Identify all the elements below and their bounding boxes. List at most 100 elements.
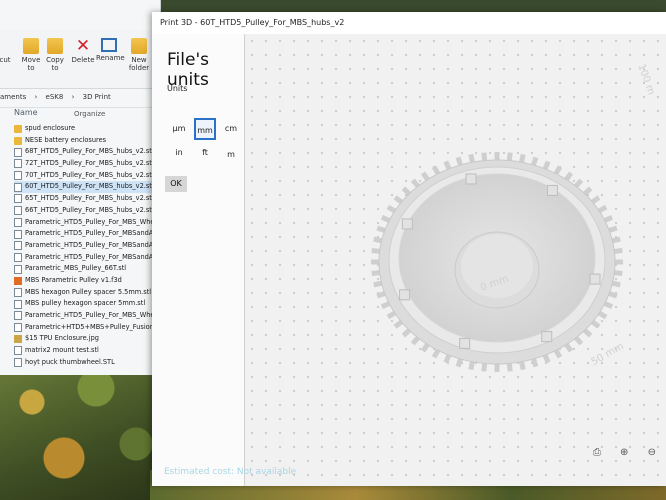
file-name: Parametric_HTD5_Pulley_For_MBSandALI_Wh — [25, 252, 160, 261]
file-explorer-window[interactable]: cut Move to Copy to ✕ Delete Rename New … — [0, 0, 161, 375]
gear-tooth — [468, 361, 475, 371]
file-list-item[interactable]: MBS Parametric Pulley v1.f3d — [14, 275, 160, 287]
gear-tooth — [615, 259, 623, 265]
file-name: $15 TPU Enclosure.jpg — [25, 334, 99, 343]
gear-tooth — [371, 270, 380, 276]
file-list-item[interactable]: $15 TPU Enclosure.jpg — [14, 333, 160, 345]
3d-viewport[interactable]: 100 m 0 mm 50 mm ⎙ ⊕ ⊖ — [245, 34, 666, 486]
file-name: MBS Parametric Pulley v1.f3d — [25, 275, 122, 284]
unit-micrometer-button[interactable]: µm — [168, 118, 190, 140]
folder-icon — [14, 124, 22, 133]
unit-inch-button[interactable]: in — [168, 142, 190, 164]
bolt-boss — [399, 289, 411, 301]
file-icon — [14, 159, 22, 169]
unit-centimeter-button[interactable]: cm — [220, 118, 242, 140]
bolt-boss — [541, 331, 553, 343]
move-to-button[interactable]: Move to — [18, 38, 44, 72]
desktop-wallpaper — [0, 360, 160, 500]
unit-millimeter-button[interactable]: mm — [194, 118, 216, 140]
file-icon — [14, 346, 22, 356]
file-icon — [14, 299, 22, 309]
print-icon[interactable]: ⎙ — [593, 447, 601, 458]
bolt-boss — [459, 337, 471, 349]
name-column-header[interactable]: Name — [14, 108, 38, 117]
file-name: Parametric_MBS_Pulley_66T.stl — [25, 264, 127, 273]
gear-tooth — [481, 152, 488, 161]
gear-tooth — [506, 363, 513, 372]
chevron-right-icon: › — [71, 93, 75, 101]
estimated-cost: Estimated cost: Not available — [164, 467, 297, 477]
file-list-item[interactable]: matrix2 mount test.stl — [14, 345, 160, 357]
gear-tooth — [481, 363, 488, 372]
breadcrumb-item[interactable]: eSK8 — [46, 93, 64, 101]
new-folder-icon — [131, 38, 147, 54]
file-name: Parametric_HTD5_Pulley_For_MBS_Wheels_v — [25, 311, 160, 319]
scissors-icon — [0, 38, 13, 54]
print3d-window[interactable]: Print 3D - 60T_HTD5_Pulley_For_MBS_hubs_… — [152, 12, 666, 486]
file-list-item[interactable]: Parametric_HTD5_Pulley_For_MBSandALI_Wh — [14, 240, 160, 252]
file-list-item[interactable]: Parametric_HTD5_Pulley_For_MBSandALI_Wh — [14, 228, 160, 240]
file-icon — [14, 252, 22, 262]
file-icon — [14, 217, 22, 227]
file-list-item[interactable]: Parametric_HTD5_Pulley_For_MBSandALI_Wh — [14, 252, 160, 264]
bolt-boss — [465, 173, 477, 185]
folder-list-item[interactable]: NESE battery enclosures — [14, 135, 160, 147]
file-list-item[interactable]: hoyt puck thumbwheel.STL — [14, 357, 160, 369]
zoom-out-icon[interactable]: ⊖ — [648, 447, 656, 458]
file-list-item[interactable]: 72T_HTD5_Pulley_For_MBS_hubs_v2.stl — [14, 158, 160, 170]
pulley-model[interactable] — [245, 34, 666, 486]
gear-tooth — [371, 248, 380, 254]
explorer-ribbon: cut Move to Copy to ✕ Delete Rename New … — [0, 30, 160, 118]
file-icon — [14, 182, 22, 192]
gear-tooth — [506, 152, 513, 161]
bolt-boss — [401, 218, 413, 230]
file-icon — [14, 311, 22, 321]
file-name: Parametric_HTD5_Pulley_For_MBSandALI_Wh — [25, 240, 160, 249]
file-list-item[interactable]: Parametric_HTD5_Pulley_For_MBS_Wheels_v — [14, 310, 160, 322]
new-folder-button[interactable]: New folder — [126, 38, 152, 72]
viewport-toolbar: ⎙ ⊕ ⊖ — [577, 447, 656, 458]
gear-tooth — [494, 152, 500, 160]
zoom-in-icon[interactable]: ⊕ — [620, 447, 628, 458]
breadcrumb-item[interactable]: 3D Print — [83, 93, 111, 101]
bolt-boss — [546, 184, 558, 196]
file-icon — [14, 206, 22, 216]
gear-tooth — [371, 259, 379, 265]
gear-tooth — [494, 364, 500, 372]
file-list-item[interactable]: Parametric_MBS_Pulley_66T.stl — [14, 263, 160, 275]
file-name: 68T_HTD5_Pulley_For_MBS_hubs_v2.stl — [25, 147, 154, 156]
file-icon — [14, 335, 22, 344]
breadcrumb[interactable]: aments › eSK8 › 3D Print — [0, 90, 160, 108]
folder-icon — [14, 136, 22, 145]
copy-folder-icon — [47, 38, 63, 54]
rename-icon — [101, 38, 117, 52]
rename-button[interactable]: Rename — [96, 38, 125, 62]
file-name: Parametric_HTD5_Pulley_For_MBSandALI_Wh — [25, 229, 160, 238]
file-list-item[interactable]: 70T_HTD5_Pulley_For_MBS_hubs_v2.stl — [14, 170, 160, 182]
file-list-item[interactable]: 68T_HTD5_Pulley_For_MBS_hubs_v2.stl — [14, 146, 160, 158]
chevron-right-icon: › — [34, 93, 38, 101]
file-icon — [14, 287, 22, 297]
file-list-item[interactable]: 66T_HTD5_Pulley_For_MBS_hubs_v2.stl — [14, 205, 160, 217]
delete-button[interactable]: ✕ Delete — [70, 36, 96, 65]
file-list-item[interactable]: 60T_HTD5_Pulley_For_MBS_hubs_v2.stl — [14, 181, 160, 194]
file-list-item[interactable]: Parametric_HTD5_Pulley_For_MBS_Wheels_v — [14, 217, 160, 229]
file-name: MBS hexagon Pulley spacer 5.5mm.stl — [25, 287, 152, 296]
file-name: MBS pulley hexagon spacer 5mm.stl — [25, 299, 146, 308]
organize-group-label: Organize — [74, 110, 106, 118]
ok-button[interactable]: OK — [165, 176, 187, 192]
gear-tooth — [614, 248, 623, 254]
file-list-item[interactable]: Parametric+HTD5+MBS+Pulley_Fusion+360+ — [14, 322, 160, 334]
delete-x-icon: ✕ — [75, 36, 91, 56]
file-list-item[interactable]: MBS pulley hexagon spacer 5mm.stl — [14, 298, 160, 310]
file-list-item[interactable]: 65T_HTD5_Pulley_For_MBS_hubs_v2.stl — [14, 193, 160, 205]
folder-list-item[interactable]: spud enclosure — [14, 123, 160, 135]
cut-button[interactable]: cut — [0, 38, 18, 64]
units-label: Units — [167, 84, 188, 93]
breadcrumb-item[interactable]: aments — [0, 93, 26, 101]
unit-meter-button[interactable]: m — [220, 144, 242, 166]
copy-to-button[interactable]: Copy to — [42, 38, 68, 72]
file-icon — [14, 358, 22, 368]
file-list-item[interactable]: MBS hexagon Pulley spacer 5.5mm.stl — [14, 287, 160, 299]
unit-foot-button[interactable]: ft — [194, 142, 216, 164]
